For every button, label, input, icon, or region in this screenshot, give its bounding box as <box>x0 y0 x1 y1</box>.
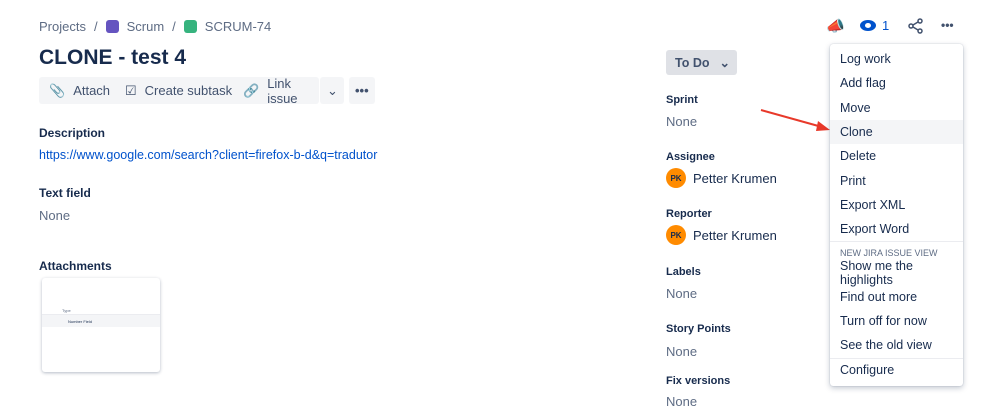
breadcrumb-issue[interactable]: SCRUM-74 <box>205 19 271 34</box>
text-field-value[interactable]: None <box>39 208 70 223</box>
link-issue-button[interactable]: 🔗 Link issue <box>233 75 319 106</box>
story-icon <box>183 20 197 33</box>
link-issue-label: Link issue <box>267 75 298 106</box>
feedback-megaphone-icon[interactable]: 📣 <box>826 17 845 35</box>
reporter-field[interactable]: PK Petter Krumen <box>666 225 777 245</box>
red-arrow-annotation <box>760 109 830 131</box>
share-icon[interactable] <box>908 18 924 34</box>
watch-button[interactable]: 1 <box>860 18 889 33</box>
description-link[interactable]: https://www.google.com/search?client=fir… <box>39 148 377 162</box>
avatar: PK <box>666 225 686 245</box>
menu-item-log-work[interactable]: Log work <box>830 47 963 71</box>
menu-section-heading: NEW JIRA ISSUE VIEW <box>830 241 963 260</box>
menu-item-export-word[interactable]: Export Word <box>830 217 963 241</box>
menu-item-move[interactable]: Move <box>830 96 963 120</box>
create-subtask-button[interactable]: ☑ Create subtask <box>115 77 243 104</box>
avatar: PK <box>666 168 686 188</box>
chevron-down-icon: ⌄ <box>327 82 338 98</box>
breadcrumb-project[interactable]: Scrum <box>127 19 165 34</box>
breadcrumb: Projects / Scrum / SCRUM-74 <box>39 19 271 34</box>
more-menu-button[interactable]: ••• <box>941 18 954 32</box>
breadcrumb-separator: / <box>172 19 176 34</box>
attachments-label: Attachments <box>39 259 112 273</box>
attach-button[interactable]: 📎 Attach <box>39 77 121 104</box>
status-dropdown[interactable]: To Do ⌄ <box>666 50 737 75</box>
description-label: Description <box>39 126 106 140</box>
menu-item-add-flag[interactable]: Add flag <box>830 71 963 95</box>
issue-title[interactable]: CLONE - test 4 <box>39 46 186 70</box>
menu-item-clone[interactable]: Clone <box>830 119 963 145</box>
labels-label: Labels <box>666 266 701 278</box>
attachment-thumbnail[interactable]: Type Number Field <box>42 278 160 372</box>
assignee-label: Assignee <box>666 151 715 163</box>
menu-item-show-highlights[interactable]: Show me the highlights <box>830 259 963 287</box>
ellipsis-icon: ••• <box>355 83 369 98</box>
watch-count: 1 <box>882 18 890 33</box>
story-points-value[interactable]: None <box>666 344 697 359</box>
sprint-value[interactable]: None <box>666 114 697 129</box>
create-subtask-label: Create subtask <box>144 83 233 98</box>
menu-item-export-xml[interactable]: Export XML <box>830 193 963 217</box>
reporter-name: Petter Krumen <box>693 227 777 243</box>
menu-item-print[interactable]: Print <box>830 168 963 192</box>
link-dropdown-button[interactable]: ⌄ <box>320 77 344 104</box>
more-actions-button[interactable]: ••• <box>349 77 375 104</box>
menu-item-turn-off[interactable]: Turn off for now <box>830 309 963 333</box>
more-actions-menu: Log work Add flag Move Clone Delete Prin… <box>830 44 963 386</box>
story-points-label: Story Points <box>666 323 731 335</box>
menu-item-old-view[interactable]: See the old view <box>830 333 963 357</box>
sprint-label: Sprint <box>666 94 698 106</box>
menu-item-delete[interactable]: Delete <box>830 144 963 168</box>
menu-item-configure[interactable]: Configure <box>830 357 963 382</box>
assignee-field[interactable]: PK Petter Krumen <box>666 168 777 188</box>
subtask-icon: ☑ <box>125 82 137 98</box>
thumb-row: Number Field <box>42 314 160 327</box>
breadcrumb-separator: / <box>93 19 98 34</box>
assignee-name: Petter Krumen <box>693 170 777 186</box>
paperclip-icon: 📎 <box>49 82 66 98</box>
fix-versions-label: Fix versions <box>666 375 731 387</box>
project-icon <box>105 20 119 33</box>
attach-label: Attach <box>73 83 111 98</box>
thumb-header: Type <box>62 308 71 313</box>
link-icon: 🔗 <box>243 82 260 98</box>
text-field-label: Text field <box>39 186 91 200</box>
breadcrumb-projects[interactable]: Projects <box>39 19 86 34</box>
labels-value[interactable]: None <box>666 286 697 301</box>
fix-versions-value[interactable]: None <box>666 394 697 409</box>
eye-icon <box>860 20 876 31</box>
chevron-down-icon: ⌄ <box>719 56 730 70</box>
reporter-label: Reporter <box>666 208 712 220</box>
menu-item-find-out-more[interactable]: Find out more <box>830 285 963 309</box>
status-label: To Do <box>675 55 710 70</box>
